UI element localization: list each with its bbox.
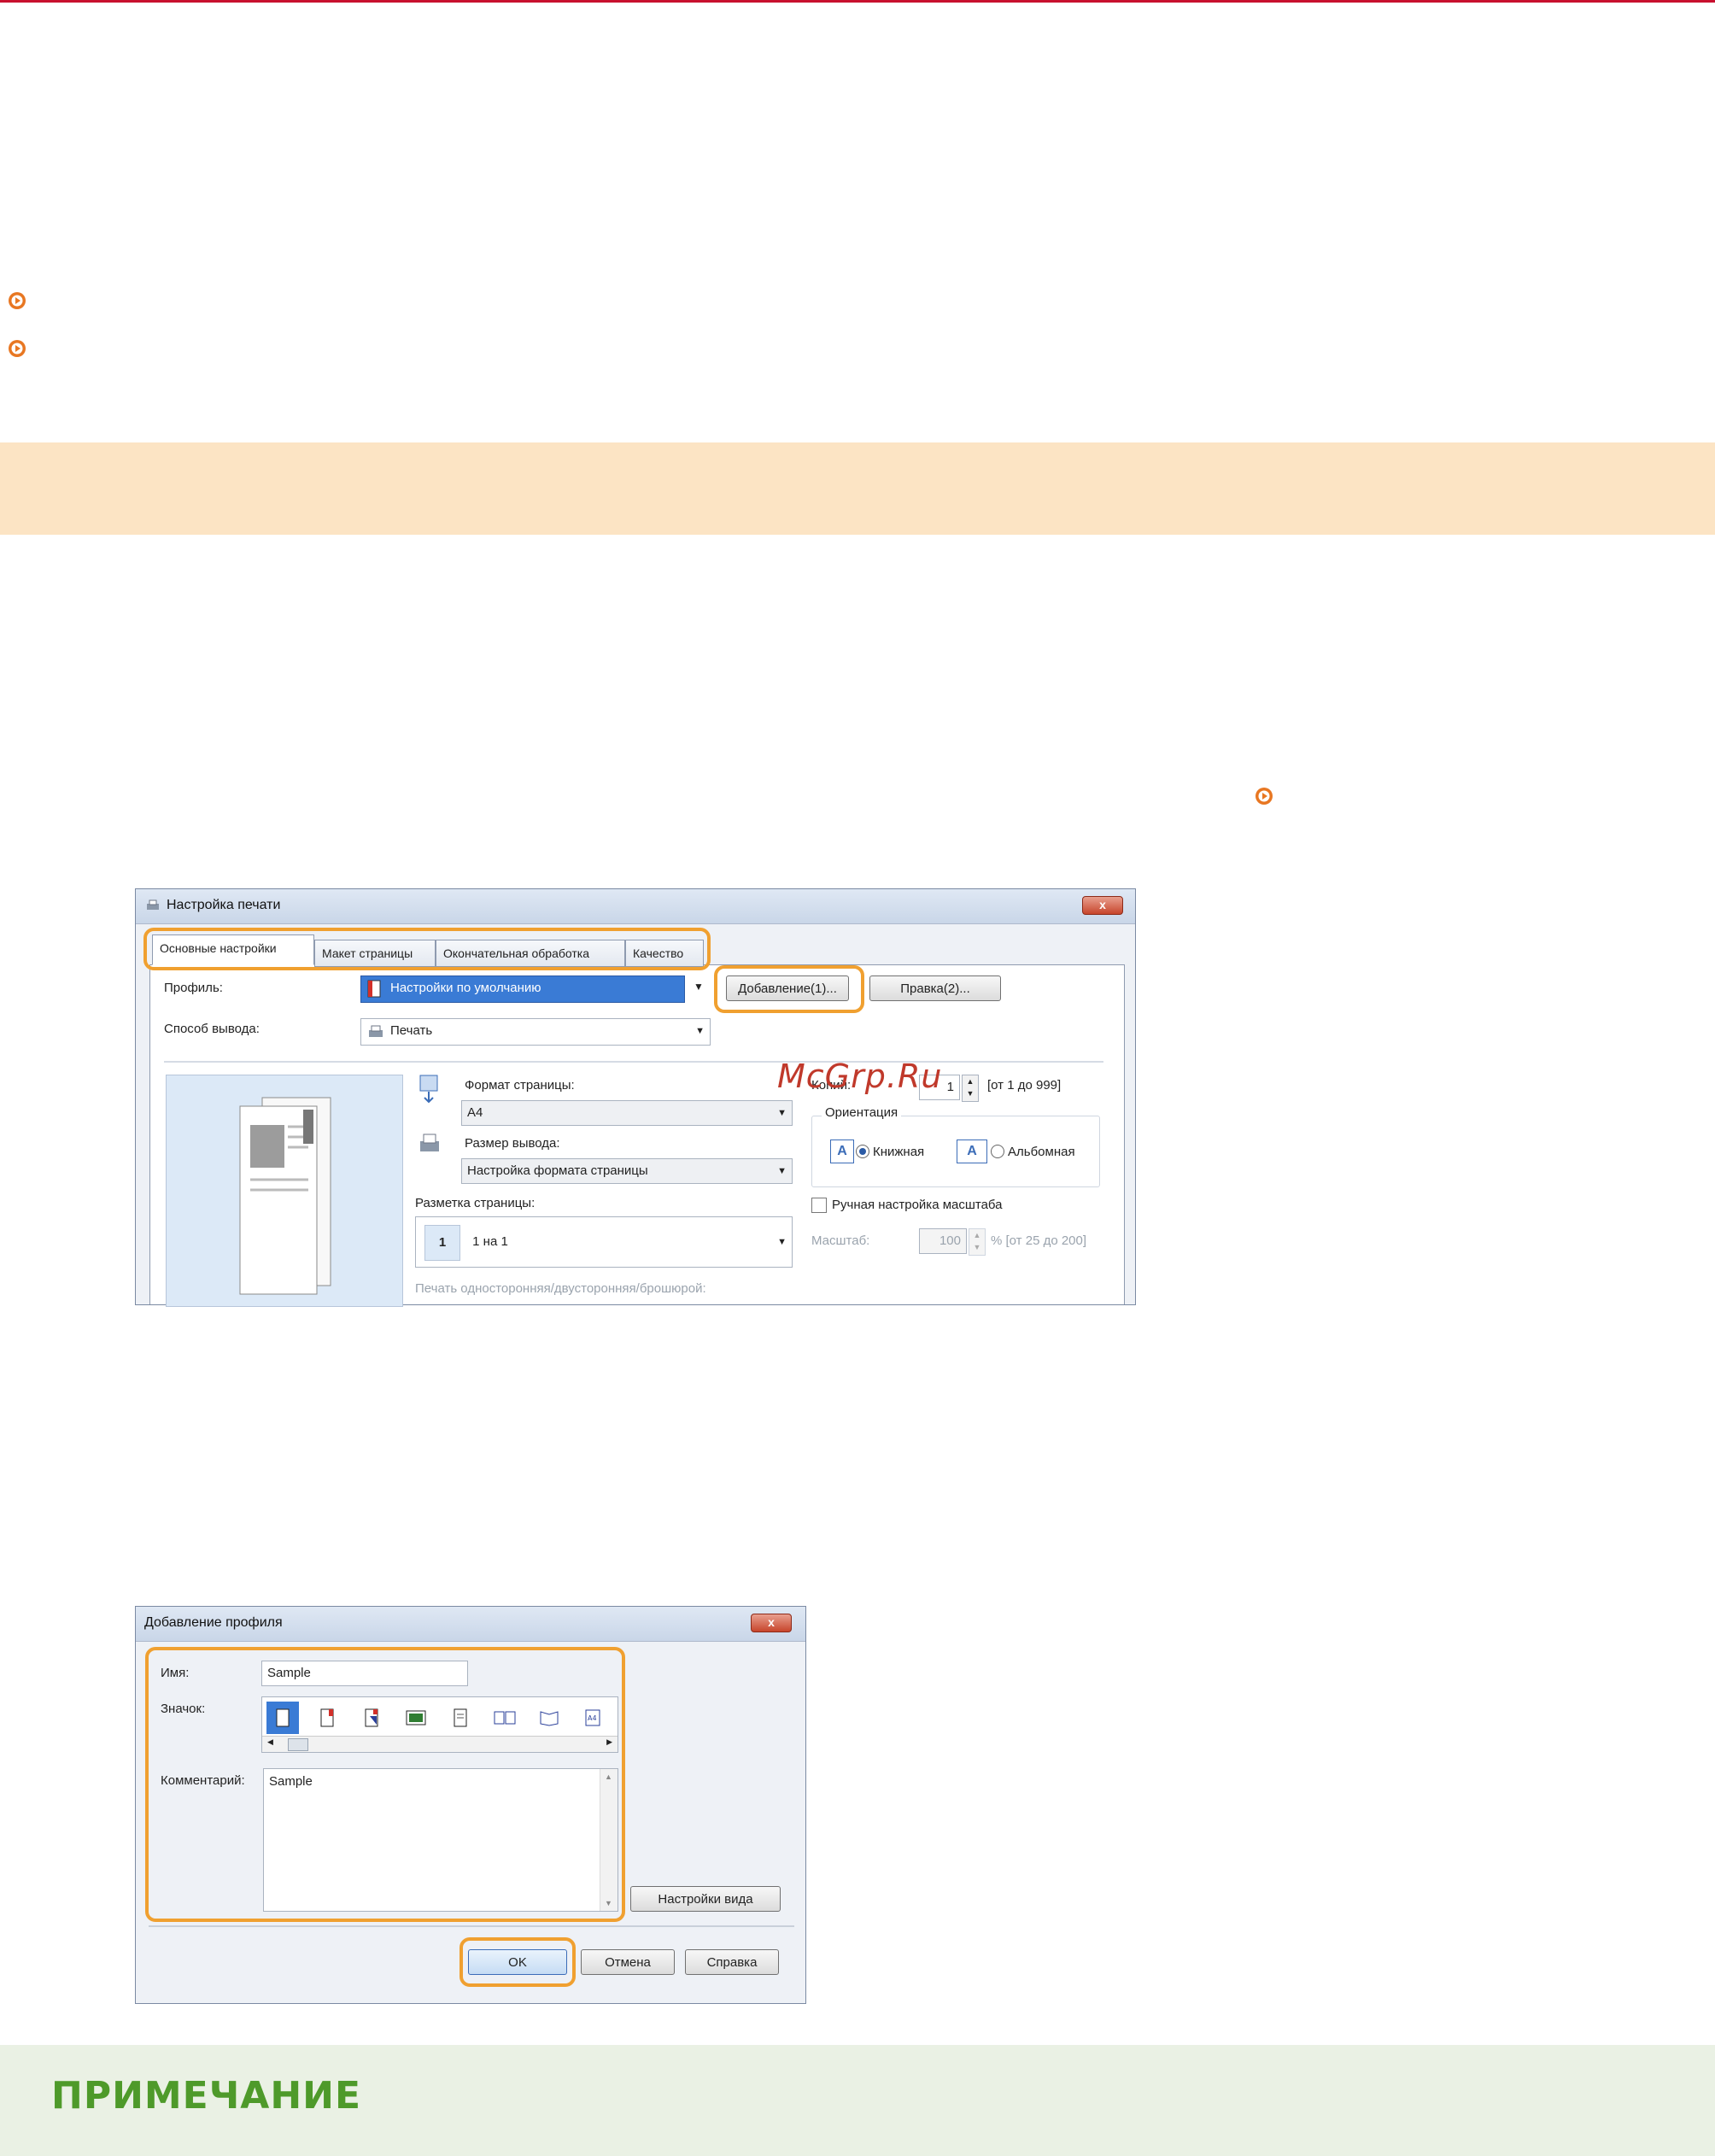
chevron-down-icon[interactable]: ▼ xyxy=(694,981,704,993)
help-button[interactable]: Справка xyxy=(685,1949,779,1975)
scaling-label: Масштаб: xyxy=(811,1233,870,1248)
add-profile-titlebar: Добавление профиля x xyxy=(136,1607,805,1642)
scaling-stepper: ▲ ▼ xyxy=(969,1228,986,1256)
page-preview-icon xyxy=(239,1097,331,1295)
print-dialog-titlebar: Настройка печати x xyxy=(136,889,1135,924)
page-layout-value: 1 на 1 xyxy=(472,1234,508,1249)
top-rule xyxy=(0,0,1715,3)
divider xyxy=(164,1061,1103,1063)
orientation-label: Ориентация xyxy=(822,1105,902,1120)
close-button[interactable]: x xyxy=(1082,896,1123,915)
add-profile-title: Добавление профиля xyxy=(144,1615,283,1630)
page-size-label: Формат страницы: xyxy=(465,1078,575,1093)
link-arrow-icon[interactable] xyxy=(7,338,27,359)
output-size-select[interactable]: Настройка формата страницы ▼ xyxy=(461,1158,793,1184)
page-layout-select[interactable]: 1 1 на 1 ▼ xyxy=(415,1216,793,1268)
watermark: McGrp.Ru xyxy=(777,1057,943,1095)
divider xyxy=(149,1925,794,1927)
add-button-highlight xyxy=(714,965,864,1013)
copies-value: 1 xyxy=(946,1080,954,1094)
portrait-radio[interactable] xyxy=(856,1145,869,1158)
output-method-select[interactable]: Печать ▼ xyxy=(360,1018,711,1046)
layout-number: 1 xyxy=(424,1225,460,1261)
copies-stepper[interactable]: ▲ ▼ xyxy=(962,1075,979,1102)
print-icon xyxy=(367,1023,384,1040)
landscape-icon: A xyxy=(957,1140,987,1163)
page-layout-label: Разметка страницы: xyxy=(415,1196,536,1210)
ok-button-highlight xyxy=(459,1937,576,1987)
portrait-icon: A xyxy=(830,1140,854,1163)
section-heading-band xyxy=(0,442,1715,535)
cancel-button[interactable]: Отмена xyxy=(581,1949,675,1975)
edit-profile-button[interactable]: Правка(2)... xyxy=(869,975,1001,1001)
profile-select[interactable]: Настройки по умолчанию xyxy=(360,975,685,1003)
preview-panel xyxy=(166,1075,403,1307)
profile-value: Настройки по умолчанию xyxy=(390,981,541,995)
manual-scaling-label: Ручная настройка масштаба xyxy=(832,1198,1003,1212)
landscape-radio[interactable] xyxy=(991,1145,1004,1158)
output-method-value: Печать xyxy=(390,1023,433,1038)
landscape-option-label: Альбомная xyxy=(1008,1145,1075,1159)
link-arrow-icon[interactable] xyxy=(7,290,27,311)
duplex-label: Печать односторонняя/двусторонняя/брошюр… xyxy=(415,1281,706,1296)
scaling-value: 100 xyxy=(939,1233,961,1248)
link-arrow-icon[interactable] xyxy=(1254,786,1274,806)
copies-range: [от 1 до 999] xyxy=(987,1078,1062,1093)
output-size-label: Размер вывода: xyxy=(465,1136,560,1151)
output-method-label: Способ вывода: xyxy=(164,1022,260,1036)
fields-highlight xyxy=(145,1647,625,1922)
output-size-value: Настройка формата страницы xyxy=(467,1163,648,1178)
output-size-icon xyxy=(419,1133,441,1155)
print-dialog-title: Настройка печати xyxy=(167,898,281,912)
chevron-down-icon: ▼ xyxy=(777,1237,787,1247)
profile-document-icon xyxy=(366,979,384,999)
close-button[interactable]: x xyxy=(751,1614,792,1632)
note-title: ПРИМЕЧАНИЕ xyxy=(51,2074,362,2118)
manual-scaling-checkbox[interactable] xyxy=(811,1198,827,1213)
profile-label: Профиль: xyxy=(164,981,223,995)
scaling-range: % [от 25 до 200] xyxy=(991,1233,1087,1248)
chevron-down-icon: ▼ xyxy=(777,1166,787,1176)
page-size-icon xyxy=(419,1075,439,1104)
view-settings-button[interactable]: Настройки вида xyxy=(630,1886,781,1912)
page-size-select[interactable]: A4 ▼ xyxy=(461,1100,793,1126)
page-size-value: A4 xyxy=(467,1105,483,1120)
chevron-down-icon: ▼ xyxy=(777,1108,787,1118)
portrait-option-label: Книжная xyxy=(873,1145,925,1159)
scaling-input: 100 xyxy=(919,1228,967,1254)
tabs-highlight xyxy=(143,928,711,970)
chevron-down-icon: ▼ xyxy=(695,1026,705,1036)
printer-icon xyxy=(146,899,160,911)
